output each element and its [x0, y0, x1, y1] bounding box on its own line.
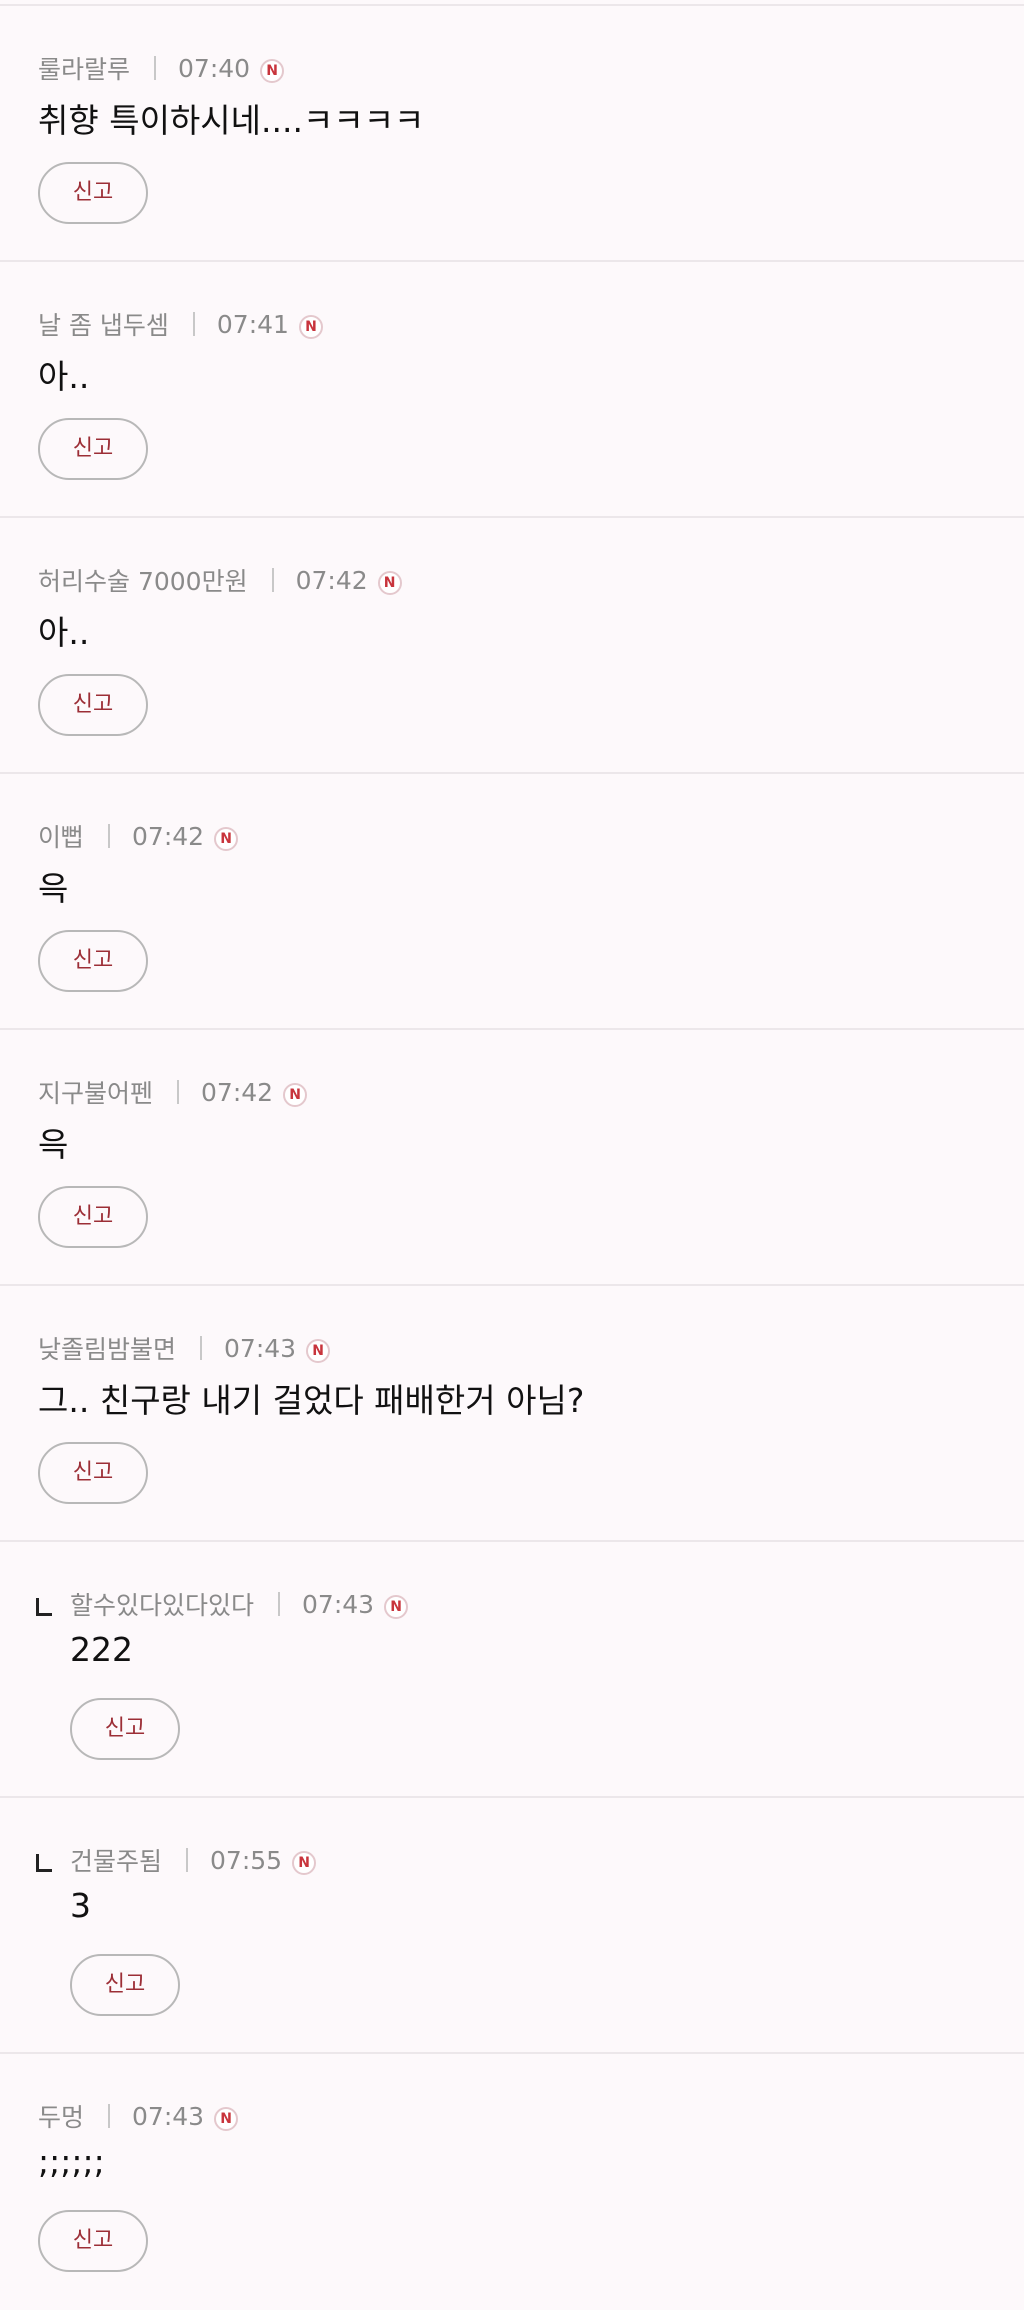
comment-meta: 두멍 07:43 N: [38, 2098, 239, 2134]
comment-author[interactable]: 날 좀 냅두셈: [38, 306, 169, 342]
comment-item: 허리수술 7000만원 07:42 N 아.. 신고: [0, 518, 1024, 774]
comment-text: 그.. 친구랑 내기 걸었다 패배한거 아님?: [38, 1381, 585, 1420]
comment-meta: 이뻡 07:42 N: [38, 818, 239, 854]
comment-author[interactable]: 낮졸림밤불면: [38, 1330, 176, 1366]
comment-time: 07:43: [224, 1333, 297, 1363]
meta-separator: [154, 56, 157, 80]
comment-time: 07:43: [132, 2101, 205, 2131]
comment-text: 아..: [38, 357, 90, 396]
comment-text: 아..: [38, 613, 90, 652]
comment-meta: 허리수술 7000만원 07:42 N: [38, 562, 402, 598]
comment-meta: 룰라랄루 07:40 N: [38, 50, 285, 86]
report-button[interactable]: 신고: [70, 1698, 180, 1760]
comment-meta: 할수있다있다있다 07:43 N: [70, 1586, 409, 1622]
reply-item: 할수있다있다있다 07:43 N 222 신고: [0, 1542, 1024, 1798]
comment-author[interactable]: 지구불어펜: [38, 1074, 153, 1110]
report-button[interactable]: 신고: [38, 1442, 148, 1504]
comment-item: 지구불어펜 07:42 N 윽 신고: [0, 1030, 1024, 1286]
comment-meta: 지구불어펜 07:42 N: [38, 1074, 308, 1110]
new-badge-icon: N: [260, 59, 285, 83]
reply-arrow-icon: [36, 1854, 52, 1872]
new-badge-icon: N: [384, 1595, 409, 1619]
comment-time: 07:43: [302, 1589, 375, 1619]
new-badge-icon: N: [292, 1851, 317, 1875]
comment-text: 3: [70, 1886, 91, 1925]
comment-meta: 날 좀 냅두셈 07:41 N: [38, 306, 323, 342]
comment-item: 이뻡 07:42 N 윽 신고: [0, 774, 1024, 1030]
comment-author[interactable]: 룰라랄루: [38, 50, 130, 86]
comment-time: 07:42: [201, 1077, 274, 1107]
comment-author[interactable]: 건물주됨: [70, 1842, 162, 1878]
comment-item: 낮졸림밤불면 07:43 N 그.. 친구랑 내기 걸었다 패배한거 아님? 신…: [0, 1286, 1024, 1542]
reply-item: 건물주됨 07:55 N 3 신고: [0, 1798, 1024, 2054]
new-badge-icon: N: [298, 315, 323, 339]
comment-time: 07:42: [295, 565, 368, 595]
new-badge-icon: N: [377, 571, 402, 595]
comment-text: 윽: [38, 1125, 69, 1164]
new-badge-icon: N: [306, 1339, 331, 1363]
reply-arrow-icon: [36, 1598, 52, 1616]
comment-item: 룰라랄루 07:40 N 취향 특이하시네....ㅋㅋㅋㅋ 신고: [0, 6, 1024, 262]
comment-text: 222: [70, 1630, 133, 1669]
comment-time: 07:55: [210, 1845, 283, 1875]
meta-separator: [108, 2104, 111, 2128]
meta-separator: [200, 1336, 203, 1360]
meta-separator: [186, 1848, 189, 1872]
comment-author[interactable]: 허리수술 7000만원: [38, 562, 248, 598]
meta-separator: [271, 568, 274, 592]
new-badge-icon: N: [214, 827, 239, 851]
comment-item: 날 좀 냅두셈 07:41 N 아.. 신고: [0, 262, 1024, 518]
new-badge-icon: N: [214, 2107, 239, 2131]
comment-meta: 낮졸림밤불면 07:43 N: [38, 1330, 331, 1366]
report-button[interactable]: 신고: [38, 674, 148, 736]
report-button[interactable]: 신고: [38, 930, 148, 992]
comment-time: 07:40: [178, 53, 251, 83]
meta-separator: [278, 1592, 281, 1616]
meta-separator: [177, 1080, 180, 1104]
comment-author[interactable]: 이뻡: [38, 818, 84, 854]
report-button[interactable]: 신고: [38, 418, 148, 480]
comment-text: 취향 특이하시네....ㅋㅋㅋㅋ: [38, 101, 425, 140]
comment-time: 07:41: [216, 309, 289, 339]
comment-item: 두멍 07:43 N ;;;;;; 신고: [0, 2054, 1024, 2310]
report-button[interactable]: 신고: [38, 2210, 148, 2272]
report-button[interactable]: 신고: [38, 162, 148, 224]
comment-meta: 건물주됨 07:55 N: [70, 1842, 317, 1878]
report-button[interactable]: 신고: [70, 1954, 180, 2016]
new-badge-icon: N: [283, 1083, 308, 1107]
report-button[interactable]: 신고: [38, 1186, 148, 1248]
meta-separator: [192, 312, 195, 336]
comment-time: 07:42: [132, 821, 205, 851]
comment-text: 윽: [38, 869, 69, 908]
meta-separator: [108, 824, 111, 848]
comment-text: ;;;;;;: [38, 2142, 105, 2181]
comment-author[interactable]: 두멍: [38, 2098, 84, 2134]
comment-author[interactable]: 할수있다있다있다: [70, 1586, 254, 1622]
